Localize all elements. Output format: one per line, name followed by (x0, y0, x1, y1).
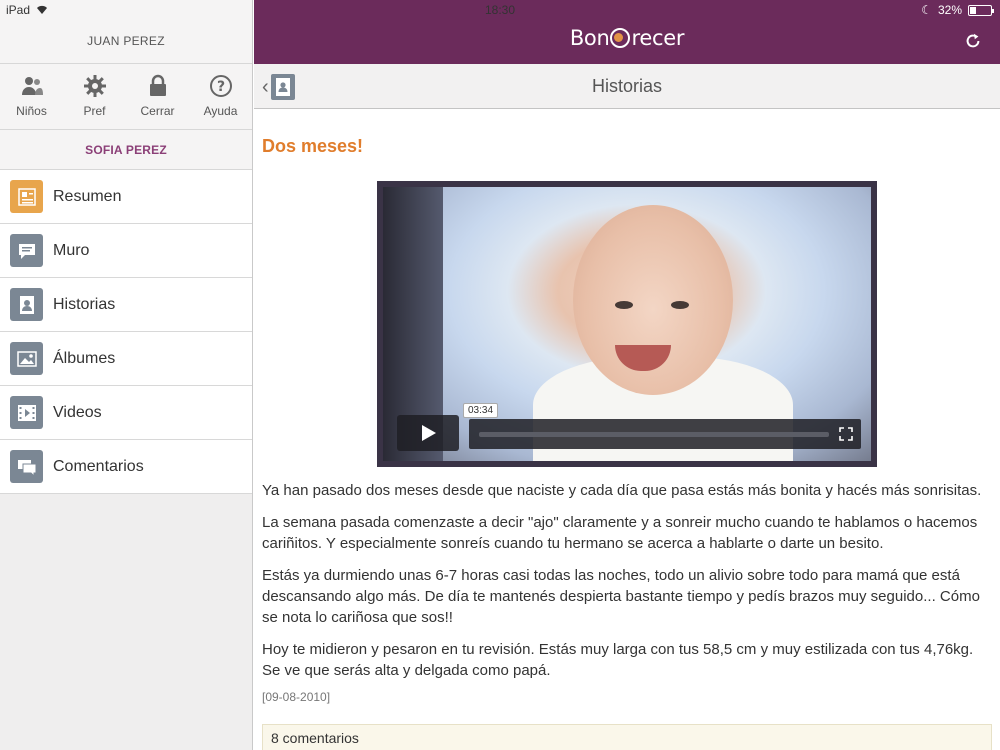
logout-button[interactable]: Cerrar (126, 64, 189, 129)
moon-icon: ☾ (921, 3, 932, 17)
sidebar-menu: Resumen Muro Historias Álbumes Videos Co… (0, 170, 252, 494)
video-baby-eye (615, 301, 633, 309)
sidebar-item-historias[interactable]: Historias (0, 278, 252, 332)
page-header: ‹ Historias (254, 64, 1000, 109)
story-date: [09-08-2010] (262, 690, 331, 704)
fullscreen-icon[interactable] (839, 427, 853, 441)
story-paragraph: Hoy te midieron y pesaron en tu revisión… (262, 641, 974, 679)
video-icon (10, 396, 43, 429)
quick-actions: Niños Pref Cerrar ? Ayuda (0, 64, 252, 130)
sidebar-item-muro[interactable]: Muro (0, 224, 252, 278)
summary-icon (10, 180, 43, 213)
children-button[interactable]: Niños (0, 64, 63, 129)
video-progress-track[interactable] (479, 432, 829, 437)
video-timecode: 03:34 (463, 403, 499, 418)
status-time: 18:30 (484, 3, 516, 17)
sidebar-item-comentarios[interactable]: Comentarios (0, 440, 252, 494)
sidebar-item-resumen[interactable]: Resumen (0, 170, 252, 224)
stories-icon (10, 288, 43, 321)
gear-icon (83, 75, 106, 97)
page-title: Historias (591, 76, 662, 96)
preferences-label: Pref (83, 104, 106, 118)
sidebar-item-videos[interactable]: Videos (0, 386, 252, 440)
story-paragraph: Estás ya durmiendo unas 6-7 horas casi t… (262, 567, 980, 626)
story-content: Dos meses! 03:34 Ya han pasado dos meses… (254, 110, 1000, 750)
logo-text-right: recer (631, 26, 685, 50)
child-name: SOFIA PEREZ (0, 130, 252, 170)
sidebar-item-albumes[interactable]: Álbumes (0, 332, 252, 386)
sidebar-item-label: Historias (53, 295, 116, 313)
help-label: Ayuda (203, 104, 238, 118)
sidebar: JUAN PEREZ Niños Pref Cerrar ? Ayuda SOF… (0, 0, 253, 750)
sidebar-item-label: Comentarios (53, 457, 144, 475)
svg-text:?: ? (216, 79, 224, 95)
battery-percent: 32% (937, 3, 962, 17)
logout-label: Cerrar (140, 104, 175, 118)
help-icon: ? (209, 75, 232, 97)
video-player[interactable]: 03:34 (377, 181, 877, 467)
play-icon (422, 425, 436, 441)
story-paragraph: Ya han pasado dos meses desde que nacist… (262, 482, 982, 499)
status-right: ☾ 32% (921, 3, 994, 17)
children-label: Niños (16, 104, 47, 118)
sidebar-item-label: Resumen (53, 187, 122, 205)
logo-text-left: Bon (569, 26, 610, 50)
play-button[interactable] (397, 415, 459, 451)
lock-icon (149, 74, 166, 96)
video-baby-eye (671, 301, 689, 309)
battery-icon (968, 4, 994, 16)
video-baby-face (573, 205, 733, 395)
refresh-icon[interactable] (964, 32, 982, 50)
children-icon (21, 77, 43, 95)
app-logo: Bon recer (254, 26, 1000, 50)
sidebar-item-label: Álbumes (53, 349, 116, 367)
video-frame: 03:34 (383, 187, 871, 461)
story-paragraph: La semana pasada comenzaste a decir "ajo… (262, 514, 978, 552)
comments-link[interactable]: 8 comentarios (262, 724, 992, 750)
sidebar-item-label: Videos (53, 403, 102, 421)
video-timeline[interactable] (469, 419, 861, 449)
status-bar: iPad 18:30 ☾ 32% (0, 0, 1000, 20)
album-icon (10, 342, 43, 375)
story-title: Dos meses! (262, 136, 364, 156)
wall-icon (10, 234, 43, 267)
sidebar-item-label: Muro (53, 241, 90, 259)
video-baby-mouth (615, 345, 671, 371)
logo-mark (610, 28, 631, 48)
preferences-button[interactable]: Pref (63, 64, 126, 129)
help-button[interactable]: ? Ayuda (189, 64, 252, 129)
video-controls: 03:34 (393, 403, 861, 453)
comments-icon (10, 450, 43, 483)
